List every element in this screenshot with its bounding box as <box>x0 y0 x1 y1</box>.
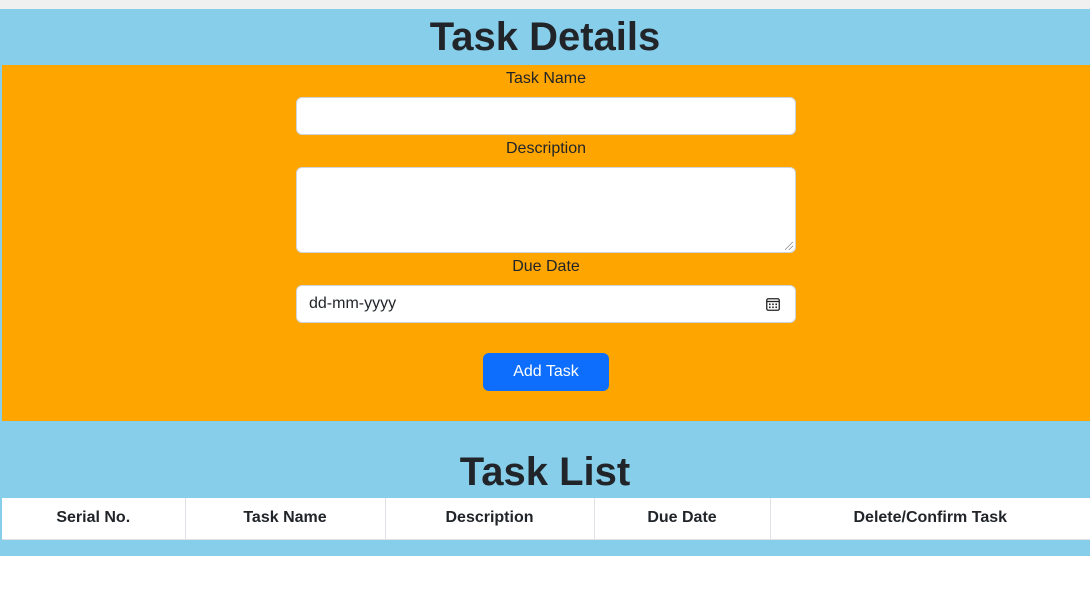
task-form-wrapper: Task Name Description Due Date dd-mm-yyy… <box>0 65 1090 421</box>
column-header-description: Description <box>385 498 595 540</box>
column-header-delete-confirm: Delete/Confirm Task <box>770 498 1090 540</box>
resize-grip-icon[interactable] <box>785 242 793 250</box>
task-list-section: Task List Serial No. Task Name Descripti… <box>0 421 1090 556</box>
column-header-serial-no: Serial No. <box>2 498 186 540</box>
task-details-header: Task Details <box>0 9 1090 65</box>
task-form: Task Name Description Due Date dd-mm-yyy… <box>2 65 1090 421</box>
task-name-input[interactable] <box>296 97 796 135</box>
browser-top-strip <box>0 0 1090 9</box>
add-task-button[interactable]: Add Task <box>483 353 609 391</box>
due-date-placeholder: dd-mm-yyyy <box>309 295 397 312</box>
description-textarea[interactable] <box>296 167 796 253</box>
task-name-label: Task Name <box>505 70 587 87</box>
description-label: Description <box>505 140 587 157</box>
column-header-due-date: Due Date <box>594 498 771 540</box>
page-title: Task Details <box>429 15 661 59</box>
calendar-icon[interactable] <box>765 296 781 312</box>
task-table: Serial No. Task Name Description Due Dat… <box>2 498 1090 540</box>
table-header-row: Serial No. Task Name Description Due Dat… <box>2 498 1090 540</box>
due-date-input[interactable]: dd-mm-yyyy <box>296 285 796 323</box>
column-header-task-name: Task Name <box>185 498 386 540</box>
due-date-label: Due Date <box>512 258 580 275</box>
task-list-title: Task List <box>459 450 631 494</box>
